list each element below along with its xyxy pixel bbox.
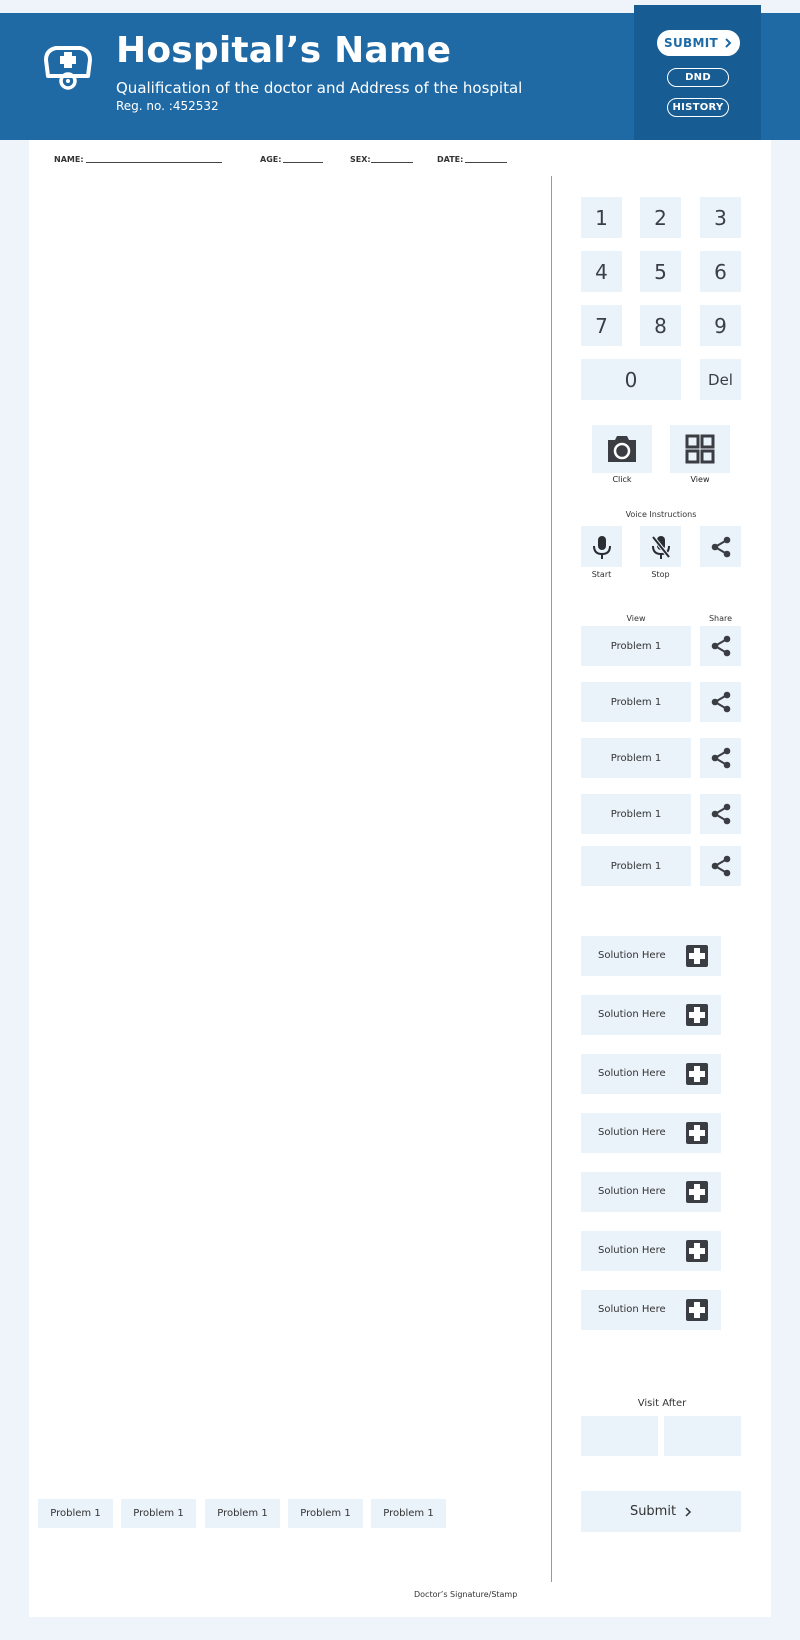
keypad-key-5[interactable]: 5 — [640, 251, 681, 292]
age-label: AGE: — [260, 155, 282, 164]
add-icon[interactable] — [686, 1063, 708, 1085]
chevron-right-icon — [685, 1506, 692, 1517]
keypad-key-9[interactable]: 9 — [700, 305, 741, 346]
bottom-problem-chip[interactable]: Problem 1 — [371, 1499, 446, 1528]
solution-item[interactable]: Solution Here — [581, 936, 721, 976]
problem-share-button[interactable] — [700, 682, 741, 722]
solution-label: Solution Here — [598, 1068, 666, 1079]
problems-share-header: Share — [708, 614, 733, 623]
solution-item[interactable]: Solution Here — [581, 1113, 721, 1153]
bottom-problem-chip[interactable]: Problem 1 — [288, 1499, 363, 1528]
keypad-key-3[interactable]: 3 — [700, 197, 741, 238]
sex-field[interactable] — [371, 162, 413, 163]
problem-share-button[interactable] — [700, 794, 741, 834]
header-submit-label: SUBMIT — [664, 36, 718, 50]
share-icon — [711, 536, 730, 557]
submit-label: Submit — [629, 1504, 677, 1519]
voice-instructions-title: Voice Instructions — [625, 510, 697, 519]
add-icon[interactable] — [686, 1004, 708, 1026]
header-submit-button[interactable]: SUBMIT — [657, 30, 740, 56]
keypad-key-7[interactable]: 7 — [581, 305, 622, 346]
add-icon[interactable] — [686, 1122, 708, 1144]
problem-share-button[interactable] — [700, 626, 741, 666]
doctor-qualification-address: Qualification of the doctor and Address … — [116, 79, 523, 97]
visit-after-input-2[interactable] — [664, 1416, 741, 1456]
problem-view-button[interactable]: Problem 1 — [581, 738, 691, 778]
solution-item[interactable]: Solution Here — [581, 995, 721, 1035]
age-field[interactable] — [283, 162, 323, 163]
bottom-problem-chip[interactable]: Problem 1 — [121, 1499, 196, 1528]
bottom-problem-chip[interactable]: Problem 1 — [38, 1499, 113, 1528]
voice-share-button[interactable] — [700, 526, 741, 567]
camera-click-label: Click — [612, 475, 632, 484]
voice-start-button[interactable] — [581, 526, 622, 567]
sex-label: SEX: — [350, 155, 371, 164]
view-label: View — [690, 475, 710, 484]
solution-label: Solution Here — [598, 1245, 666, 1256]
voice-stop-label: Stop — [651, 570, 670, 579]
keypad-key-2[interactable]: 2 — [640, 197, 681, 238]
keypad-key-8[interactable]: 8 — [640, 305, 681, 346]
keypad-key-6[interactable]: 6 — [700, 251, 741, 292]
nurse-cap-stethoscope-icon — [42, 42, 94, 92]
problem-share-button[interactable] — [700, 738, 741, 778]
solution-label: Solution Here — [598, 1304, 666, 1315]
bottom-problem-chip[interactable]: Problem 1 — [205, 1499, 280, 1528]
problem-view-button[interactable]: Problem 1 — [581, 846, 691, 886]
add-icon[interactable] — [686, 1181, 708, 1203]
solution-label: Solution Here — [598, 950, 666, 961]
add-icon[interactable] — [686, 1299, 708, 1321]
name-field[interactable] — [86, 162, 222, 163]
share-icon — [711, 747, 730, 769]
keypad-key-4[interactable]: 4 — [581, 251, 622, 292]
share-icon — [711, 691, 730, 713]
solution-label: Solution Here — [598, 1009, 666, 1020]
share-icon — [711, 803, 730, 825]
submit-button[interactable]: Submit — [581, 1491, 741, 1532]
prescription-writing-area[interactable] — [38, 178, 543, 1478]
voice-stop-button[interactable] — [640, 526, 681, 567]
history-button[interactable]: HISTORY — [667, 98, 729, 117]
hospital-name: Hospital’s Name — [116, 30, 452, 71]
solution-item[interactable]: Solution Here — [581, 1231, 721, 1271]
doctor-signature-label: Doctor’s Signature/Stamp — [414, 1590, 518, 1599]
solution-label: Solution Here — [598, 1127, 666, 1138]
share-icon — [711, 855, 730, 877]
add-icon[interactable] — [686, 1240, 708, 1262]
microphone-icon — [592, 535, 611, 559]
voice-start-label: Start — [591, 570, 612, 579]
keypad-delete[interactable]: Del — [700, 359, 741, 400]
microphone-off-icon — [650, 535, 671, 559]
problem-view-button[interactable]: Problem 1 — [581, 682, 691, 722]
problem-share-button[interactable] — [700, 846, 741, 886]
camera-click-button[interactable] — [592, 425, 652, 473]
camera-icon — [608, 436, 636, 462]
problem-view-button[interactable]: Problem 1 — [581, 626, 691, 666]
date-label: DATE: — [437, 155, 464, 164]
solution-item[interactable]: Solution Here — [581, 1172, 721, 1212]
share-icon — [711, 635, 730, 657]
registration-number: Reg. no. :452532 — [116, 99, 219, 113]
solution-item[interactable]: Solution Here — [581, 1054, 721, 1094]
chevron-right-icon — [725, 38, 732, 48]
dnd-button[interactable]: DND — [667, 68, 729, 87]
keypad-key-0[interactable]: 0 — [581, 359, 681, 400]
grid-view-icon — [685, 434, 715, 464]
problems-view-header: View — [626, 614, 646, 623]
solution-item[interactable]: Solution Here — [581, 1290, 721, 1330]
date-field[interactable] — [465, 162, 507, 163]
solution-label: Solution Here — [598, 1186, 666, 1197]
name-label: NAME: — [54, 155, 84, 164]
add-icon[interactable] — [686, 945, 708, 967]
visit-after-input-1[interactable] — [581, 1416, 658, 1456]
view-gallery-button[interactable] — [670, 425, 730, 473]
visit-after-title: Visit After — [637, 1398, 687, 1409]
keypad-key-1[interactable]: 1 — [581, 197, 622, 238]
vertical-divider — [551, 176, 552, 1582]
problem-view-button[interactable]: Problem 1 — [581, 794, 691, 834]
